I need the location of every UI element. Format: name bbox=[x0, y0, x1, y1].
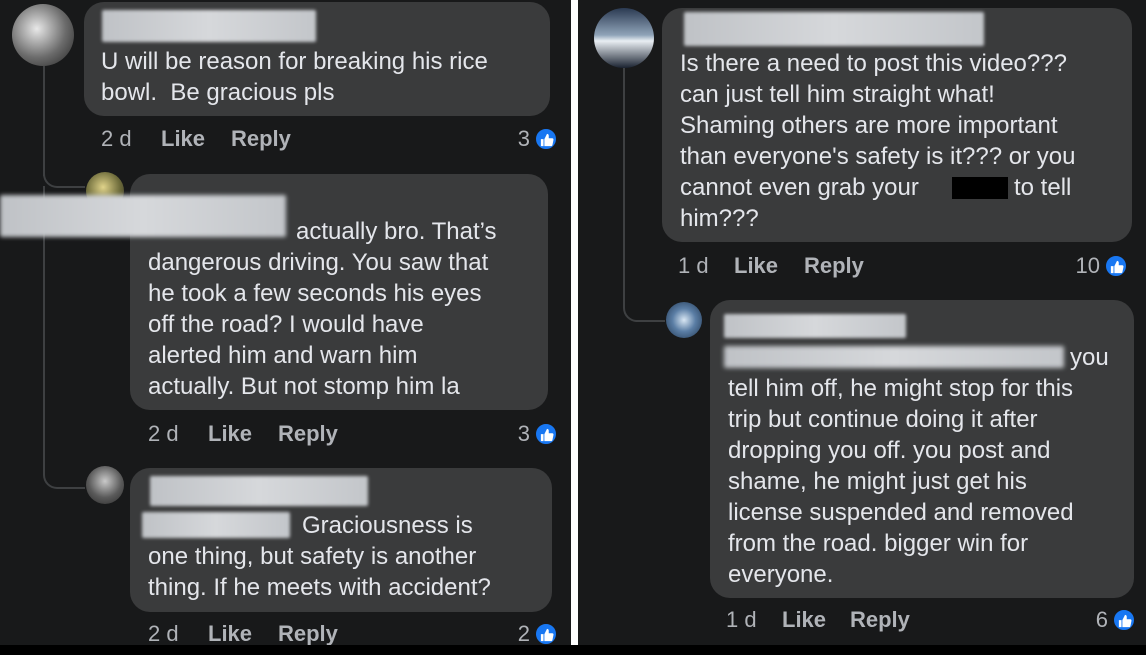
reaction-count: 6 bbox=[1095, 607, 1108, 632]
comment-actions: 2 d Like Reply bbox=[148, 619, 408, 645]
comment-text-line: you bbox=[1070, 344, 1109, 371]
thread-line bbox=[623, 68, 625, 296]
comment-text-line: he took a few seconds his eyes bbox=[148, 280, 482, 307]
comment-bubble: Is there a need to post this video??? ca… bbox=[662, 8, 1132, 242]
redaction-bar bbox=[952, 177, 1008, 199]
comment-actions: 2 d Like Reply bbox=[101, 124, 361, 154]
comment-text-line: shame, he might just get his bbox=[728, 468, 1027, 495]
text-redacted bbox=[724, 346, 1064, 368]
comment-bubble: U will be reason for breaking his rice b… bbox=[84, 2, 550, 116]
like-button[interactable]: Like bbox=[734, 251, 778, 281]
author-name-redacted[interactable] bbox=[724, 314, 906, 338]
reaction-summary[interactable]: 3 bbox=[500, 419, 558, 449]
timestamp: 2 d bbox=[148, 621, 179, 645]
comment-text-line: dangerous driving. You saw that bbox=[148, 249, 489, 276]
bottom-edge bbox=[0, 645, 1146, 655]
comment-text-line: trip but continue doing it after bbox=[728, 406, 1038, 433]
comment-text-line: one thing, but safety is another bbox=[148, 543, 477, 570]
comment-bubble: Graciousness is one thing, but safety is… bbox=[130, 468, 552, 612]
comment-text-line: bowl. Be gracious pls bbox=[101, 79, 335, 106]
reaction-count: 3 bbox=[517, 421, 530, 446]
panel-divider bbox=[571, 0, 578, 645]
comment-text-line: Graciousness is bbox=[302, 512, 473, 539]
comment-actions: 1 d Like Reply bbox=[726, 605, 986, 635]
reply-button[interactable]: Reply bbox=[231, 124, 291, 154]
author-name-redacted[interactable] bbox=[102, 10, 316, 42]
like-button[interactable]: Like bbox=[161, 124, 205, 154]
commenter-avatar[interactable] bbox=[666, 302, 702, 338]
author-name-redacted[interactable] bbox=[0, 195, 286, 237]
timestamp: 2 d bbox=[148, 421, 179, 446]
like-button[interactable]: Like bbox=[208, 619, 252, 645]
commenter-avatar[interactable] bbox=[12, 4, 74, 66]
reaction-summary[interactable]: 3 bbox=[500, 124, 558, 154]
author-name-redacted[interactable] bbox=[150, 476, 368, 506]
comment-text-line: actually bro. That’s bbox=[296, 218, 497, 245]
thumbs-up-icon bbox=[1104, 254, 1128, 278]
comment-actions: 1 d Like Reply bbox=[678, 251, 938, 281]
reaction-summary[interactable]: 10 bbox=[1058, 251, 1128, 281]
mention-redacted[interactable] bbox=[142, 512, 290, 538]
comment-text-line: tell him off, he might stop for this bbox=[728, 375, 1074, 402]
timestamp: 1 d bbox=[726, 607, 757, 632]
reaction-summary[interactable]: 2 bbox=[500, 619, 558, 645]
reply-button[interactable]: Reply bbox=[278, 419, 338, 449]
comment-text-line: dropping you off. you post and bbox=[728, 437, 1051, 464]
reply-button[interactable]: Reply bbox=[278, 619, 338, 645]
like-button[interactable]: Like bbox=[208, 419, 252, 449]
author-name-redacted[interactable] bbox=[684, 12, 984, 46]
comment-text-line: alerted him and warn him bbox=[148, 342, 418, 369]
thread-connector bbox=[43, 150, 85, 188]
comment-text-line: Shaming others are more important bbox=[680, 112, 1058, 139]
reaction-summary[interactable]: 6 bbox=[1078, 605, 1136, 635]
comment-actions: 2 d Like Reply bbox=[148, 419, 408, 449]
thumbs-up-icon bbox=[1112, 608, 1136, 632]
right-comment-panel: Is there a need to post this video??? ca… bbox=[578, 0, 1146, 645]
comment-text-line: Is there a need to post this video??? bbox=[680, 50, 1067, 77]
comment-text-line: to tell bbox=[1014, 174, 1072, 201]
thumbs-up-icon bbox=[534, 622, 558, 645]
comment-text-line: license suspended and removed bbox=[728, 499, 1074, 526]
comment-text-line: cannot even grab your bbox=[680, 174, 919, 201]
left-comment-panel: U will be reason for breaking his rice b… bbox=[0, 0, 571, 645]
thread-connector bbox=[43, 455, 85, 489]
thumbs-up-icon bbox=[534, 422, 558, 446]
comment-text-line: everyone. bbox=[728, 561, 834, 588]
timestamp: 2 d bbox=[101, 126, 132, 151]
comment-text-line: off the road? I would have bbox=[148, 311, 424, 338]
comment-text-line: him??? bbox=[680, 205, 759, 232]
commenter-avatar[interactable] bbox=[86, 466, 124, 504]
reply-button[interactable]: Reply bbox=[804, 251, 864, 281]
comment-text-line: can just tell him straight what! bbox=[680, 81, 995, 108]
like-button[interactable]: Like bbox=[782, 605, 826, 635]
comment-text-line: than everyone's safety is it??? or you bbox=[680, 143, 1076, 170]
reaction-count: 10 bbox=[1075, 253, 1100, 278]
thread-connector bbox=[623, 286, 665, 322]
comment-bubble: you tell him off, he might stop for this… bbox=[710, 300, 1134, 598]
timestamp: 1 d bbox=[678, 253, 709, 278]
comment-text-line: thing. If he meets with accident? bbox=[148, 574, 491, 601]
comment-text-line: from the road. bigger win for bbox=[728, 530, 1029, 557]
comment-text-line: actually. But not stomp him la bbox=[148, 373, 460, 400]
thumbs-up-icon bbox=[534, 127, 558, 151]
reaction-count: 2 bbox=[517, 621, 530, 645]
commenter-avatar[interactable] bbox=[594, 8, 654, 68]
reply-button[interactable]: Reply bbox=[850, 605, 910, 635]
comment-text-line: U will be reason for breaking his rice bbox=[101, 48, 488, 75]
reaction-count: 3 bbox=[517, 126, 530, 151]
